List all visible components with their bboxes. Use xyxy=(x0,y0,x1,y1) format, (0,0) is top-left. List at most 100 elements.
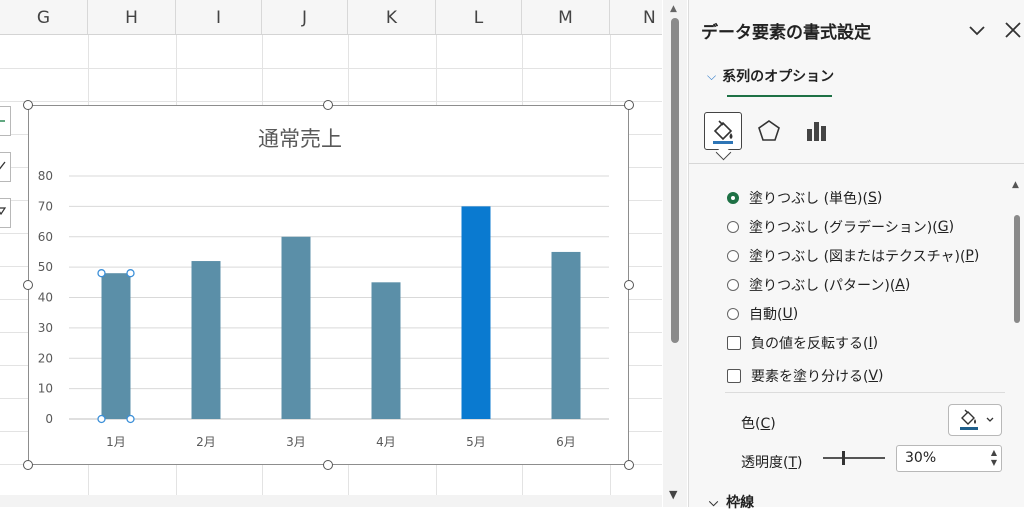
resize-handle-top-left[interactable] xyxy=(23,100,33,110)
filter-icon xyxy=(0,207,7,216)
paint-bucket-icon xyxy=(960,409,994,430)
y-tick-label: 0 xyxy=(45,412,53,426)
pane-vertical-scrollbar[interactable]: ▲ xyxy=(1010,180,1024,507)
pane-scroll-thumb[interactable] xyxy=(1014,215,1020,323)
x-tick-label: 4月 xyxy=(376,435,396,449)
bar-3[interactable] xyxy=(281,236,311,419)
bar-4[interactable] xyxy=(371,282,401,419)
column-headers: G H I J K L M N xyxy=(0,0,662,35)
close-icon[interactable] xyxy=(1003,20,1023,40)
fill-picture-option[interactable]: 塗りつぶし (図またはテクスチャ)(P) xyxy=(727,246,979,266)
scroll-down-arrow-icon[interactable]: ▼ xyxy=(669,488,677,501)
chart-canvas: 通常売上 0 10 20 30 40 50 60 70 80 1月 2月 3月 4月 5月 6月 xyxy=(38,127,609,449)
scroll-up-arrow-icon[interactable]: ▲ xyxy=(670,4,677,14)
checkbox[interactable] xyxy=(727,369,741,383)
y-tick-label: 30 xyxy=(38,321,53,335)
fill-color-picker-button[interactable] xyxy=(948,404,1002,436)
y-tick-label: 40 xyxy=(38,291,53,305)
chart-elements-button[interactable] xyxy=(0,106,11,136)
bar-chart[interactable]: 通常売上 0 10 20 30 40 50 60 70 80 1月 2月 3月 4月 5月 6月 xyxy=(28,105,629,465)
plus-icon xyxy=(0,120,5,122)
x-tick-label: 5月 xyxy=(466,435,486,449)
effects-category-button[interactable] xyxy=(750,112,788,150)
fill-solid-option[interactable]: 塗りつぶし (単色)(S) xyxy=(727,188,882,208)
chevron-down-icon[interactable] xyxy=(967,20,987,40)
radio-button-checked[interactable] xyxy=(727,192,739,204)
resize-handle-left[interactable] xyxy=(23,280,33,290)
column-header-h[interactable]: H xyxy=(88,0,176,34)
series-options-tab[interactable]: ⌵ 系列のオプション xyxy=(707,66,834,86)
spreadsheet-area[interactable]: G H I J K L M N 通常売上 0 10 20 30 40 50 60… xyxy=(0,0,662,507)
checkbox[interactable] xyxy=(727,336,741,350)
column-header-i[interactable]: I xyxy=(176,0,262,34)
column-header-k[interactable]: K xyxy=(348,0,436,34)
resize-handle-top-right[interactable] xyxy=(624,100,634,110)
transparency-slider[interactable] xyxy=(823,457,885,459)
chevron-down-icon: ⌵ xyxy=(707,68,717,83)
radio-button[interactable] xyxy=(727,221,739,233)
sheet-vertical-scrollbar[interactable]: ▲ ▼ xyxy=(663,0,687,507)
column-header-n[interactable]: N xyxy=(610,0,662,34)
bar-1[interactable] xyxy=(101,273,131,419)
bar-2[interactable] xyxy=(191,261,221,419)
pane-separator xyxy=(689,163,1024,164)
resize-handle-bottom-right[interactable] xyxy=(624,460,634,470)
chart-styles-button[interactable] xyxy=(0,152,11,182)
chart-title[interactable]: 通常売上 xyxy=(258,127,342,151)
series-options-tab-label: 系列のオプション xyxy=(722,69,835,85)
transparency-label: 透明度(T) xyxy=(741,455,803,471)
series-options-category-button[interactable] xyxy=(798,112,836,150)
brush-icon xyxy=(0,161,6,170)
scroll-up-arrow-icon[interactable]: ▲ xyxy=(1012,180,1019,190)
transparency-input[interactable]: 30% ▲ ▼ xyxy=(896,445,1002,472)
column-header-j[interactable]: J xyxy=(262,0,348,34)
format-data-point-pane: データ要素の書式設定 ⌵ 系列のオプション 塗りつぶし (単色)(S) 塗りつ… xyxy=(688,0,1024,511)
chevron-down-icon: ⌵ xyxy=(709,494,719,509)
bars xyxy=(101,206,581,419)
scroll-thumb[interactable] xyxy=(671,18,679,343)
column-header-g[interactable]: G xyxy=(0,0,88,34)
x-tick-label: 6月 xyxy=(556,435,576,449)
transparency-slider-thumb[interactable] xyxy=(841,451,845,465)
resize-handle-right[interactable] xyxy=(624,280,634,290)
fill-pattern-option[interactable]: 塗りつぶし (パターン)(A) xyxy=(727,275,910,295)
resize-handle-top[interactable] xyxy=(323,100,333,110)
y-tick-label: 50 xyxy=(38,260,53,274)
y-tick-label: 60 xyxy=(38,230,53,244)
chart-filters-button[interactable] xyxy=(0,198,11,228)
effects-pentagon-icon xyxy=(758,120,780,141)
gridlines xyxy=(69,175,609,420)
invert-if-negative-checkbox[interactable]: 負の値を反転する(I) xyxy=(727,333,878,353)
x-tick-label: 1月 xyxy=(106,435,126,449)
y-tick-label: 80 xyxy=(38,169,53,183)
horizontal-scroll-area[interactable] xyxy=(0,495,662,507)
y-tick-label: 20 xyxy=(38,351,53,365)
radio-button[interactable] xyxy=(727,250,739,262)
spinner-arrows-icon[interactable]: ▲ ▼ xyxy=(991,448,997,468)
bar-selection-handle[interactable] xyxy=(97,414,106,424)
active-tab-underline xyxy=(727,95,832,97)
line-section-header[interactable]: ⌵ 枠線 xyxy=(709,492,754,512)
vary-colors-checkbox[interactable]: 要素を塗り分ける(V) xyxy=(727,366,884,386)
resize-handle-bottom[interactable] xyxy=(323,460,333,470)
bar-selection-handle[interactable] xyxy=(126,414,135,424)
x-axis-ticks: 1月 2月 3月 4月 5月 6月 xyxy=(106,435,576,449)
resize-handle-bottom-left[interactable] xyxy=(23,460,33,470)
y-axis-ticks: 0 10 20 30 40 50 60 70 80 xyxy=(38,169,53,426)
bar-selection-handle[interactable] xyxy=(97,269,106,278)
bar-selection-handle[interactable] xyxy=(126,269,135,278)
radio-button[interactable] xyxy=(727,279,739,291)
x-tick-label: 3月 xyxy=(286,435,306,449)
fill-automatic-option[interactable]: 自動(U) xyxy=(727,304,798,324)
bar-6[interactable] xyxy=(551,251,581,419)
column-header-l[interactable]: L xyxy=(436,0,522,34)
radio-button[interactable] xyxy=(727,308,739,320)
bar-5[interactable] xyxy=(461,206,491,419)
x-tick-label: 2月 xyxy=(196,435,216,449)
color-label: 色(C) xyxy=(741,416,776,432)
column-header-m[interactable]: M xyxy=(522,0,610,34)
fill-gradient-option[interactable]: 塗りつぶし (グラデーション)(G) xyxy=(727,217,954,237)
series-options-icon xyxy=(807,122,826,141)
section-divider xyxy=(725,392,1005,393)
chevron-down-icon xyxy=(986,417,994,422)
